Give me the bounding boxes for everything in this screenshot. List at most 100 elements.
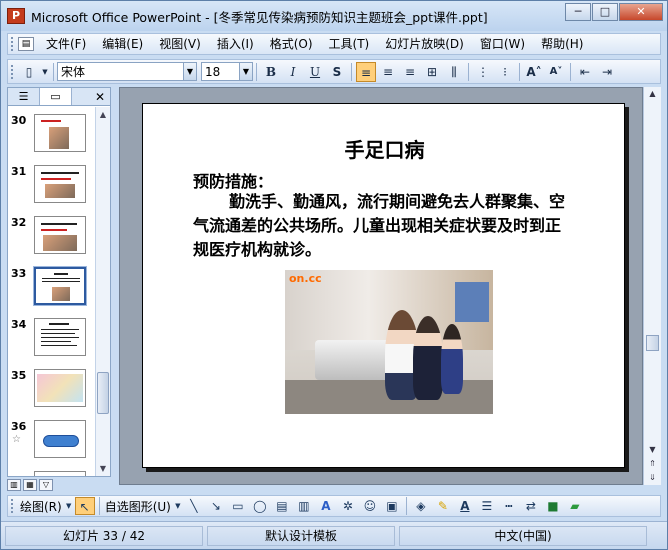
font-size-select[interactable]: 18 ▼ xyxy=(201,62,253,81)
draw-menu-button[interactable]: 绘图(R) xyxy=(18,498,64,515)
thumb-line xyxy=(42,278,80,279)
line-color-icon[interactable]: ✎ xyxy=(433,497,453,515)
slide-body-text[interactable]: 勤洗手、勤通风，流行期间避免去人群聚集、空气流通差的公共场所。儿童出现相关症状要… xyxy=(193,190,573,262)
slide-thumbnail-32[interactable]: 32 xyxy=(8,216,94,262)
wordart-icon[interactable]: A xyxy=(316,497,336,515)
toolbar-separator xyxy=(351,62,352,81)
document-icon[interactable]: ▤ xyxy=(18,37,34,51)
powerpoint-app-icon[interactable]: P xyxy=(7,8,25,24)
decrease-indent-icon[interactable]: ⇤ xyxy=(575,62,595,82)
slideshow-icon[interactable]: ▽ xyxy=(39,479,53,491)
scroll-down-icon[interactable]: ▼ xyxy=(96,461,110,476)
close-button[interactable]: ✕ xyxy=(619,3,663,21)
slide-thumbnail-34[interactable]: 34 xyxy=(8,318,94,364)
previous-slide-icon[interactable]: ⇑ xyxy=(644,457,661,471)
shadow-style-icon[interactable]: ■ xyxy=(543,497,563,515)
vertical-textbox-icon[interactable]: ▥ xyxy=(294,497,314,515)
slide-subtitle[interactable]: 预防措施： xyxy=(193,168,273,192)
dash-style-icon[interactable]: ┅ xyxy=(499,497,519,515)
autoshapes-button[interactable]: 自选图形(U) xyxy=(103,498,173,515)
scroll-down-icon[interactable]: ▼ xyxy=(644,443,661,457)
window-title: Microsoft Office PowerPoint - [冬季常见传染病预防… xyxy=(31,9,488,25)
increase-font-icon[interactable]: A˄ xyxy=(524,62,544,82)
slides-icon: ▭ xyxy=(50,90,61,103)
menu-insert[interactable]: 插入(I) xyxy=(209,34,262,54)
minimize-button[interactable]: ─ xyxy=(565,3,591,21)
slide-sorter-icon[interactable]: ▦ xyxy=(23,479,37,491)
align-right-icon[interactable]: ≡ xyxy=(400,62,420,82)
normal-view-icon[interactable]: ▥ xyxy=(7,479,21,491)
menu-tools[interactable]: 工具(T) xyxy=(321,34,378,54)
italic-button[interactable]: I xyxy=(283,62,303,82)
arrow-style-icon[interactable]: ⇄ xyxy=(521,497,541,515)
clipart-icon[interactable]: ☺ xyxy=(360,497,380,515)
dropdown-arrow-icon[interactable]: ▼ xyxy=(174,497,182,515)
handwashing-photo[interactable]: on.cc xyxy=(285,270,493,414)
picture-icon[interactable]: ▣ xyxy=(382,497,402,515)
editor-scrollbar[interactable]: ▲ ▼ ⇑ ⇓ xyxy=(643,87,661,485)
toolbar-grip[interactable] xyxy=(11,64,15,79)
bullet-list-icon[interactable]: ⁝ xyxy=(495,62,515,82)
chevron-down-icon[interactable]: ▼ xyxy=(183,63,196,80)
slide-thumbnail-30[interactable]: 30 xyxy=(8,114,94,160)
3d-style-icon[interactable]: ▰ xyxy=(565,497,585,515)
textbox-icon[interactable]: ▤ xyxy=(272,497,292,515)
next-slide-icon[interactable]: ⇓ xyxy=(644,471,661,485)
menu-format[interactable]: 格式(O) xyxy=(262,34,321,54)
slide-thumbnail-35[interactable]: 35 xyxy=(8,369,94,415)
menu-edit[interactable]: 编辑(E) xyxy=(94,34,151,54)
dropdown-arrow-icon[interactable]: ▼ xyxy=(41,62,49,82)
thumbnail-scrollbar[interactable]: ▲ ▼ xyxy=(95,107,110,476)
menu-file[interactable]: 文件(F) xyxy=(38,34,94,54)
increase-indent-icon[interactable]: ⇥ xyxy=(597,62,617,82)
rectangle-icon[interactable]: ▭ xyxy=(228,497,248,515)
line-icon[interactable]: ╲ xyxy=(184,497,204,515)
shadow-button[interactable]: S xyxy=(327,62,347,82)
toolbar-grip[interactable] xyxy=(11,37,15,51)
oval-icon[interactable]: ◯ xyxy=(250,497,270,515)
new-document-icon[interactable]: ▯ xyxy=(19,62,39,82)
thumb-line xyxy=(49,323,69,325)
slide-thumbnail-36[interactable]: 36 ☆ xyxy=(8,420,94,466)
maximize-button[interactable]: □ xyxy=(592,3,618,21)
underline-button[interactable]: U xyxy=(305,62,325,82)
menu-window[interactable]: 窗口(W) xyxy=(472,34,533,54)
scroll-bottom-buttons: ▼ ⇑ ⇓ xyxy=(644,443,661,485)
tab-slides[interactable]: ▭ xyxy=(40,88,72,105)
align-center-icon[interactable]: ≡ xyxy=(378,62,398,82)
font-color-icon[interactable]: A xyxy=(455,497,475,515)
current-slide[interactable]: 手足口病 预防措施： 勤洗手、勤通风，流行期间避免去人群聚集、空气流通差的公共场… xyxy=(142,103,625,468)
thumb-line xyxy=(41,333,75,334)
fill-color-icon[interactable]: ◈ xyxy=(411,497,431,515)
line-style-icon[interactable]: ☰ xyxy=(477,497,497,515)
menu-view[interactable]: 视图(V) xyxy=(151,34,209,54)
slide-thumbnail-31[interactable]: 31 xyxy=(8,165,94,211)
thumbnail-preview xyxy=(34,114,86,152)
chevron-down-icon[interactable]: ▼ xyxy=(239,63,252,80)
arrow-icon[interactable]: ↘ xyxy=(206,497,226,515)
scroll-up-icon[interactable]: ▲ xyxy=(96,107,110,122)
tab-outline[interactable]: ☰ xyxy=(8,88,40,105)
scroll-thumb[interactable] xyxy=(646,335,659,351)
vertical-text-icon[interactable]: ⫼ xyxy=(444,62,464,82)
thumb-shape xyxy=(43,435,79,447)
bold-button[interactable]: B xyxy=(261,62,281,82)
decrease-font-icon[interactable]: A˅ xyxy=(546,62,566,82)
scroll-up-icon[interactable]: ▲ xyxy=(644,87,661,101)
slide-thumbnail-33[interactable]: 33 xyxy=(8,266,94,313)
menu-slideshow[interactable]: 幻灯片放映(D) xyxy=(377,34,472,54)
scroll-thumb[interactable] xyxy=(97,372,109,414)
diagram-icon[interactable]: ✲ xyxy=(338,497,358,515)
formatting-toolbar: ▯ ▼ 宋体 ▼ 18 ▼ B I U S ≡ ≡ ≡ ⊞ ⫼ ⋮ ⁝ A˄ A… xyxy=(7,59,661,84)
align-left-icon[interactable]: ≡ xyxy=(356,61,376,82)
numbered-list-icon[interactable]: ⋮ xyxy=(473,62,493,82)
dropdown-arrow-icon[interactable]: ▼ xyxy=(65,497,73,515)
menu-help[interactable]: 帮助(H) xyxy=(533,34,591,54)
close-icon[interactable]: ✕ xyxy=(95,90,105,104)
select-pointer-icon[interactable]: ↖ xyxy=(74,497,95,515)
toolbar-grip[interactable] xyxy=(11,499,15,513)
slide-thumbnail-37-partial[interactable] xyxy=(8,471,94,476)
distribute-icon[interactable]: ⊞ xyxy=(422,62,442,82)
slide-title[interactable]: 手足口病 xyxy=(143,134,626,163)
font-name-select[interactable]: 宋体 ▼ xyxy=(57,62,197,81)
